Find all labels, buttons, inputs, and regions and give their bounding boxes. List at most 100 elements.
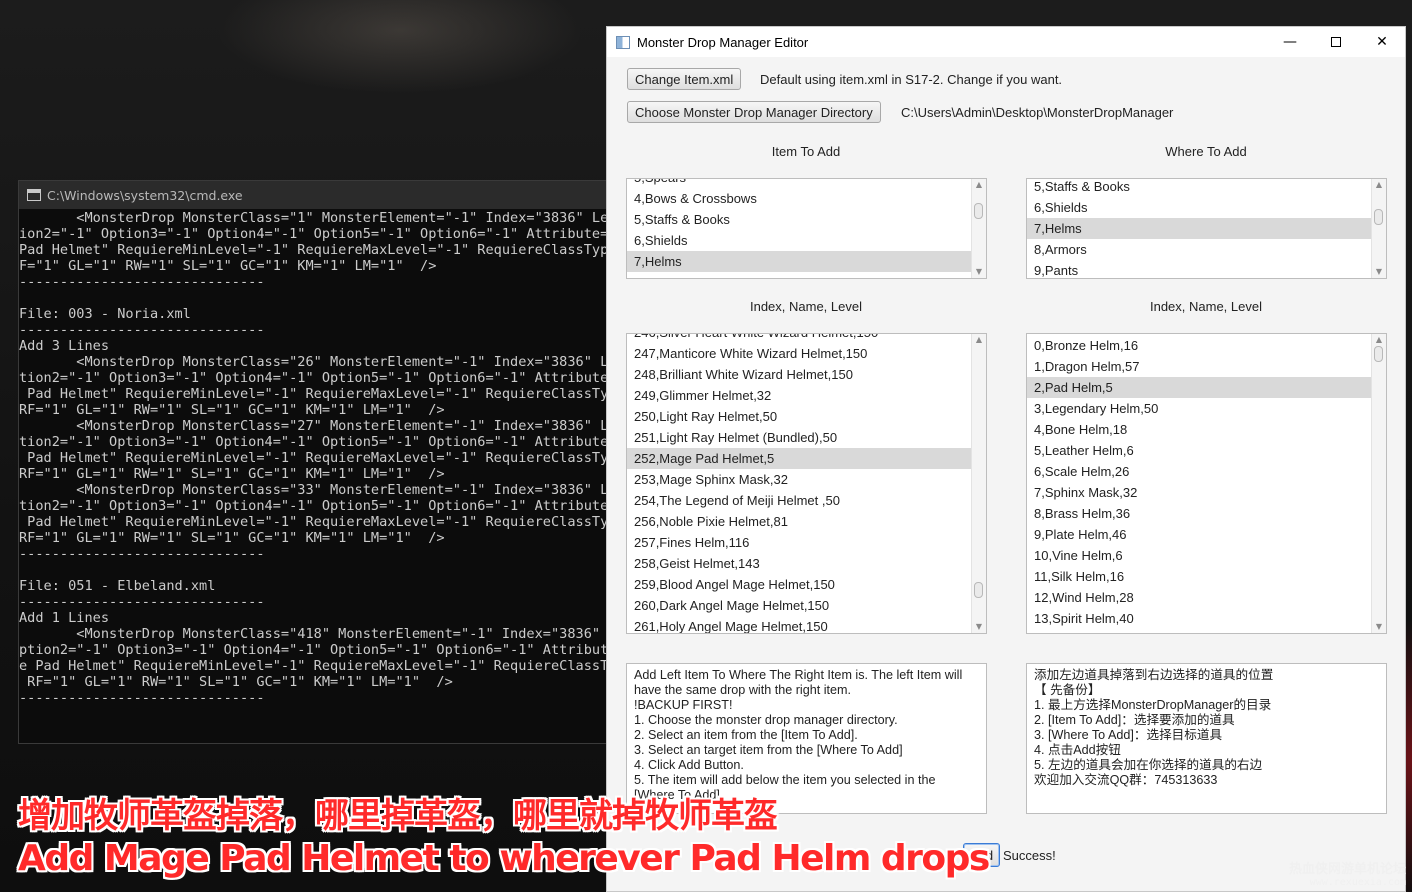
item-row[interactable]: 9,Plate Helm,46	[1027, 524, 1371, 545]
instruction-line: 1. 最上方选择MonsterDropManager的目录	[1034, 698, 1272, 712]
category-item[interactable]: 5,Staffs & Books	[627, 209, 971, 230]
category-scrollbar[interactable]: ▲ ▼	[1371, 179, 1386, 278]
caption-chinese: 增加牧师革盔掉落，哪里掉革盔，哪里就掉牧师革盔	[18, 796, 778, 836]
close-button[interactable]: ✕	[1359, 27, 1405, 57]
caption-english: Add Mage Pad Helmet to wherever Pad Helm…	[18, 838, 990, 879]
instruction-line: Add Left Item To Where The Right Item is…	[634, 668, 963, 682]
console-line: RF="1" GL="1" RW="1" SL="1" GC="1" KM="1…	[19, 674, 453, 690]
where-to-add-category-list[interactable]: 5,Staffs & Books 6,Shields 7,Helms 8,Armors…	[1026, 178, 1387, 279]
item-row[interactable]: 2,Pad Helm,5	[1027, 377, 1371, 398]
item-row[interactable]: 13,Spirit Helm,40	[1027, 608, 1371, 629]
scroll-up-icon[interactable]: ▲	[972, 334, 986, 346]
item-row[interactable]: 12,Wind Helm,28	[1027, 587, 1371, 608]
item-row[interactable]: 4,Bone Helm,18	[1027, 419, 1371, 440]
item-to-add-category-list[interactable]: 5,Spears4,Bows & Crossbows5,Staffs & Boo…	[626, 178, 987, 279]
item-row[interactable]: 0,Bronze Helm,16	[1027, 335, 1371, 356]
change-item-xml-button[interactable]: Change Item.xml	[627, 68, 742, 90]
item-row[interactable]: 259,Blood Angel Mage Helmet,150	[627, 574, 971, 595]
item-row[interactable]: 257,Fines Helm,116	[627, 532, 971, 553]
left-items-header: Index, Name, Level	[749, 299, 862, 314]
item-row[interactable]: 251,Light Ray Helmet (Bundled),50	[627, 427, 971, 448]
item-row[interactable]: 260,Dark Angel Mage Helmet,150	[627, 595, 971, 616]
window-title: Monster Drop Manager Editor	[637, 34, 809, 50]
category-scrollbar[interactable]: ▲ ▼	[971, 179, 986, 278]
instructions-chinese[interactable]: 添加左边道具掉落到右边选择的道具的位置【 先备份】 1. 最上方选择Monster…	[1026, 663, 1387, 814]
item-row[interactable]: 254,The Legend of Meiji Helmet ,50	[627, 490, 971, 511]
console-icon	[27, 189, 41, 201]
item-row[interactable]: 11,Silk Helm,16	[1027, 566, 1371, 587]
scroll-thumb[interactable]	[974, 203, 983, 219]
item-row[interactable]: 247,Manticore White Wizard Helmet,150	[627, 343, 971, 364]
category-item[interactable]: 4,Bows & Crossbows	[627, 188, 971, 209]
items-scrollbar[interactable]: ▲ ▼	[971, 334, 986, 633]
items-scrollbar[interactable]: ▲ ▼	[1371, 334, 1386, 633]
instruction-line: 3. [Where To Add]：选择目标道具	[1034, 728, 1223, 742]
console-line: tion2="-1" Option3="-1" Option4="-1" Opt…	[19, 434, 617, 450]
instruction-line: 5. The item will add below the item you …	[634, 773, 936, 787]
watermark-url: www.rexuexia.com	[1309, 877, 1406, 888]
category-item[interactable]: 7,Helms	[627, 251, 971, 272]
category-item[interactable]: 6,Shields	[1027, 197, 1371, 218]
item-row[interactable]: 249,Glimmer Helmet,32	[627, 385, 971, 406]
category-item[interactable]: 6,Shields	[627, 230, 971, 251]
scroll-thumb[interactable]	[1374, 346, 1383, 362]
category-item[interactable]: 8,Armors	[1027, 239, 1371, 260]
item-row[interactable]: 6,Scale Helm,26	[1027, 461, 1371, 482]
item-row[interactable]: 253,Mage Sphinx Mask,32	[627, 469, 971, 490]
scroll-down-icon[interactable]: ▼	[972, 621, 986, 633]
scroll-down-icon[interactable]: ▼	[1372, 266, 1386, 278]
console-line: e Pad Helmet" RequiereMinLevel="-1" Requ…	[19, 658, 619, 674]
instruction-line: 欢迎加入交流QQ群：745313633	[1034, 773, 1218, 787]
scroll-down-icon[interactable]: ▼	[972, 266, 986, 278]
change-item-hint: Default using item.xml in S17-2. Change …	[760, 72, 1063, 87]
editor-titlebar: Monster Drop Manager Editor — ✕	[607, 27, 1405, 57]
maximize-button[interactable]	[1313, 27, 1359, 57]
item-row[interactable]: 7,Sphinx Mask,32	[1027, 482, 1371, 503]
scroll-thumb[interactable]	[1374, 209, 1383, 225]
console-line: Add 1 Lines	[19, 610, 110, 626]
item-row[interactable]: 1,Dragon Helm,57	[1027, 356, 1371, 377]
item-row[interactable]: 248,Brilliant White Wizard Helmet,150	[627, 364, 971, 385]
item-to-add-list[interactable]: 246,Silver Heart White Wizard Helmet,150…	[626, 333, 987, 634]
where-to-add-header: Where To Add	[1165, 144, 1247, 159]
console-line: ion2="-1" Option3="-1" Option4="-1" Opti…	[19, 226, 619, 242]
instruction-line: 5. 左边的道具会加在你选择的道具的右边	[1034, 758, 1263, 772]
scroll-thumb[interactable]	[974, 582, 983, 598]
category-item[interactable]: 5,Spears	[627, 179, 971, 188]
item-row[interactable]: 3,Legendary Helm,50	[1027, 398, 1371, 419]
console-line: tion2="-1" Option3="-1" Option4="-1" Opt…	[19, 498, 617, 514]
console-title: C:\Windows\system32\cmd.exe	[47, 187, 243, 203]
category-item[interactable]: 9,Pants	[1027, 260, 1371, 278]
item-row[interactable]: 5,Leather Helm,6	[1027, 440, 1371, 461]
item-row[interactable]: 8,Brass Helm,36	[1027, 503, 1371, 524]
scroll-up-icon[interactable]: ▲	[1372, 334, 1386, 346]
item-row[interactable]: 252,Mage Pad Helmet,5	[627, 448, 971, 469]
console-line: <MonsterDrop MonsterClass="1" MonsterEle…	[19, 210, 619, 226]
console-line: <MonsterDrop MonsterClass="418" MonsterE…	[19, 626, 617, 642]
console-window: C:\Windows\system32\cmd.exe <MonsterDrop…	[18, 180, 620, 744]
instruction-line: 3. Select an target item from the [Where…	[634, 743, 903, 757]
category-item[interactable]: 5,Staffs & Books	[1027, 179, 1371, 197]
where-to-add-list[interactable]: 0,Bronze Helm,16 1,Dragon Helm,57 2,Pad He…	[1026, 333, 1387, 634]
item-row[interactable]: 258,Geist Helmet,143	[627, 553, 971, 574]
minimize-button[interactable]: —	[1267, 27, 1313, 57]
item-row[interactable]: 261,Holy Angel Mage Helmet,150	[627, 616, 971, 633]
instruction-line: have the same drop with the right item.	[634, 683, 852, 697]
status-message: Success!	[1003, 848, 1056, 863]
scroll-up-icon[interactable]: ▲	[1372, 179, 1386, 191]
console-line: F="1" GL="1" RW="1" SL="1" GC="1" KM="1"…	[19, 258, 437, 274]
choose-directory-button[interactable]: Choose Monster Drop Manager Directory	[627, 101, 881, 123]
item-row[interactable]: 256,Noble Pixie Helmet,81	[627, 511, 971, 532]
console-line: ------------------------------	[19, 274, 265, 290]
item-row[interactable]: 246,Silver Heart White Wizard Helmet,150	[627, 334, 971, 343]
directory-path: C:\Users\Admin\Desktop\MonsterDropManage…	[901, 105, 1174, 120]
item-row[interactable]: 10,Vine Helm,6	[1027, 545, 1371, 566]
console-line: File: 003 - Noria.xml	[19, 306, 191, 322]
scroll-down-icon[interactable]: ▼	[1372, 621, 1386, 633]
category-item[interactable]: 7,Helms	[1027, 218, 1371, 239]
item-row[interactable]: 250,Light Ray Helmet,50	[627, 406, 971, 427]
instruction-line: 1. Choose the monster drop manager direc…	[634, 713, 898, 727]
scroll-up-icon[interactable]: ▲	[972, 179, 986, 191]
instruction-line: !BACKUP FIRST!	[634, 698, 733, 712]
